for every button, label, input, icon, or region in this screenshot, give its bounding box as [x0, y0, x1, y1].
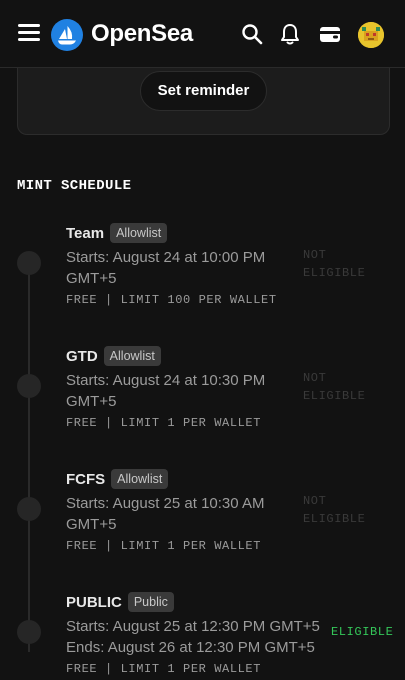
mint-schedule-title: MINT SCHEDULE: [17, 178, 132, 194]
timeline-dot: [17, 620, 41, 644]
hamburger-menu-icon[interactable]: [18, 24, 40, 44]
opensea-logo[interactable]: [51, 19, 83, 51]
mint-phase-gtd: GTD Allowlist Starts: August 24 at 10:30…: [66, 344, 326, 430]
search-icon[interactable]: [240, 22, 264, 46]
eligibility-status: NOT ELIGIBLE: [303, 248, 366, 280]
bell-icon[interactable]: [278, 22, 302, 46]
phase-start-time: Starts: August 25 at 10:30 AM: [66, 495, 265, 512]
timeline-dot: [17, 497, 41, 521]
timeline-line: [28, 262, 30, 652]
timeline-dot: [17, 374, 41, 398]
phase-start-time: Starts: August 24 at 10:30 PM: [66, 372, 266, 389]
phase-badge: Allowlist: [103, 346, 161, 366]
avatar[interactable]: [358, 22, 384, 48]
phase-start-time: Starts: August 25 at 12:30 PM GMT+5: [66, 618, 320, 635]
phase-badge: Allowlist: [110, 223, 168, 243]
eligibility-status: NOT ELIGIBLE: [303, 494, 366, 526]
eligibility-status: NOT ELIGIBLE: [303, 371, 366, 403]
set-reminder-button[interactable]: Set reminder: [140, 71, 267, 111]
phase-start-timezone: GMT+5: [66, 270, 117, 287]
phase-start-timezone: GMT+5: [66, 516, 117, 533]
phase-price-limit: FREE | LIMIT 100 PER WALLET: [66, 293, 277, 307]
timeline-dot: [17, 251, 41, 275]
phase-start-timezone: GMT+5: [66, 393, 117, 410]
phase-name: GTD: [66, 347, 98, 365]
mint-phase-team: Team Allowlist Starts: August 24 at 10:0…: [66, 221, 326, 307]
wallet-icon[interactable]: [318, 22, 342, 46]
phase-name: PUBLIC: [66, 593, 122, 611]
phase-price-limit: FREE | LIMIT 1 PER WALLET: [66, 662, 262, 676]
phase-start-time: Starts: August 24 at 10:00 PM: [66, 249, 266, 266]
brand-name[interactable]: OpenSea: [91, 20, 193, 48]
phase-price-limit: FREE | LIMIT 1 PER WALLET: [66, 539, 262, 553]
phase-price-limit: FREE | LIMIT 1 PER WALLET: [66, 416, 262, 430]
mint-phase-public: PUBLIC Public Starts: August 25 at 12:30…: [66, 590, 320, 676]
top-navigation-bar: OpenSea: [0, 0, 405, 68]
phase-name: Team: [66, 224, 105, 242]
phase-name: FCFS: [66, 470, 106, 488]
phase-end-time: Ends: August 26 at 12:30 PM GMT+5: [66, 639, 315, 656]
phase-badge: Allowlist: [111, 469, 169, 489]
eligibility-status: ELIGIBLE: [331, 625, 394, 639]
mint-phase-fcfs: FCFS Allowlist Starts: August 25 at 10:3…: [66, 467, 326, 553]
phase-badge: Public: [127, 592, 174, 612]
